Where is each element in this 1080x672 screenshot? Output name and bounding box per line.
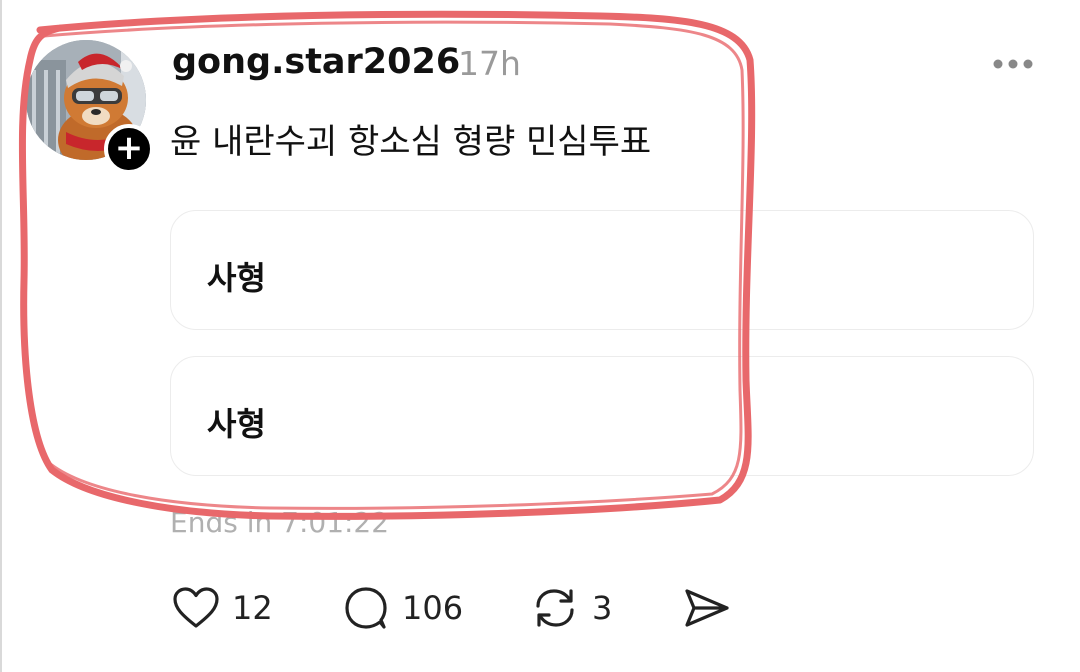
poll-option-label: 사형 — [207, 405, 266, 443]
like-count: 12 — [232, 589, 273, 627]
post-text: 윤 내란수괴 항소심 형량 민심투표 — [170, 122, 652, 162]
poll-option-label: 사형 — [207, 259, 266, 297]
like-button[interactable]: 12 — [172, 586, 273, 630]
heart-icon — [173, 587, 219, 628]
username[interactable]: gong.star2026 — [172, 42, 460, 82]
follow-plus-button[interactable]: + — [104, 124, 154, 174]
post-time: 17h — [458, 44, 521, 83]
screen-edge — [0, 0, 2, 672]
more-horizontal-icon — [993, 59, 1033, 69]
reply-count: 106 — [402, 589, 464, 627]
annotation-outline — [18, 10, 756, 520]
repost-icon — [536, 589, 574, 627]
comment-icon — [345, 587, 387, 629]
share-button[interactable] — [682, 586, 732, 630]
poll-option-1[interactable]: 사형 — [170, 210, 1034, 330]
send-icon — [685, 589, 729, 627]
poll-option-2[interactable]: 사형 — [170, 356, 1034, 476]
more-options-button[interactable] — [990, 56, 1036, 76]
poll-ends-timer: Ends in 7:01:22 — [170, 506, 390, 539]
repost-button[interactable]: 3 — [530, 586, 612, 630]
reply-button[interactable]: 106 — [342, 586, 463, 630]
plus-icon: + — [114, 128, 144, 168]
repost-count: 3 — [592, 589, 613, 627]
